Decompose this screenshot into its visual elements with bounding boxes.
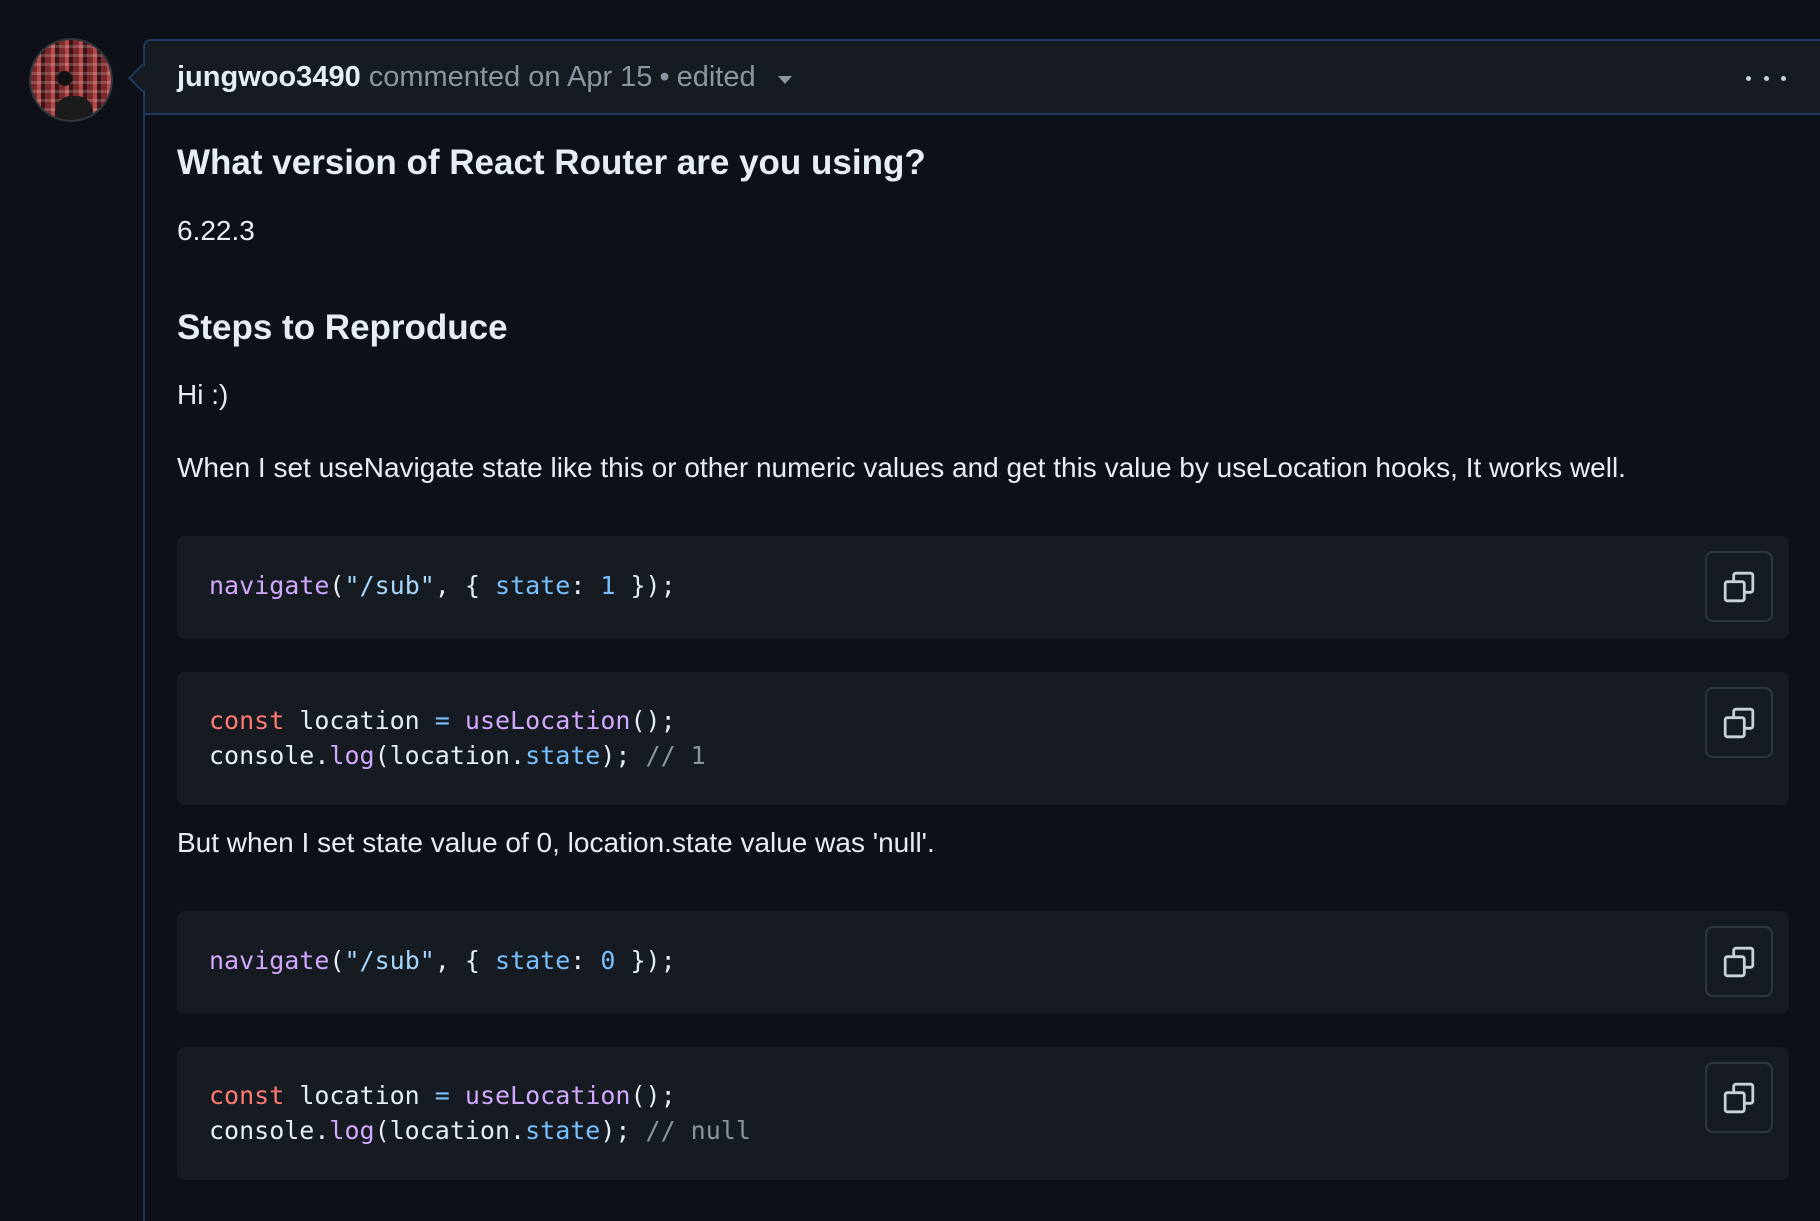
issue-page: jungwoo3490 commented on Apr 15 • edited… [0, 0, 1820, 1221]
code-text: navigate("/sub", { state: 1 }); [209, 571, 676, 600]
code-text: const location = useLocation(); console.… [209, 706, 706, 770]
comment-timestamp[interactable]: commented on Apr 15 [369, 61, 653, 94]
copy-icon [1723, 946, 1755, 977]
copy-button[interactable] [1705, 1062, 1773, 1133]
copy-icon [1723, 1082, 1755, 1113]
copy-button[interactable] [1705, 551, 1773, 622]
code-text: navigate("/sub", { state: 0 }); [209, 946, 676, 975]
comment-options-button[interactable] [1746, 65, 1786, 91]
triangle-down-icon [777, 75, 792, 84]
edited-label: edited [676, 60, 756, 93]
paragraph-works: When I set useNavigate state like this o… [177, 452, 1626, 483]
code-block: navigate("/sub", { state: 1 }); [177, 536, 1789, 639]
greeting-text: Hi :) [177, 379, 229, 410]
copy-icon [1723, 571, 1755, 602]
code-block: navigate("/sub", { state: 0 }); [177, 911, 1789, 1014]
code-block: const location = useLocation(); console.… [177, 672, 1789, 805]
comment-box: jungwoo3490 commented on Apr 15 • edited… [127, 39, 1820, 1221]
paragraph-null: But when I set state value of 0, locatio… [177, 827, 935, 858]
avatar[interactable] [29, 38, 113, 122]
edited-dropdown[interactable]: edited [677, 61, 792, 94]
kebab-horizontal-icon [1746, 75, 1751, 81]
heading-steps: Steps to Reproduce [177, 308, 508, 347]
version-text: 6.22.3 [177, 215, 255, 246]
separator-dot: • [659, 60, 670, 93]
author-link[interactable]: jungwoo3490 [177, 61, 361, 94]
heading-version: What version of React Router are you usi… [177, 143, 926, 182]
code-block: const location = useLocation(); console.… [177, 1047, 1789, 1180]
copy-button[interactable] [1705, 687, 1773, 758]
code-text: const location = useLocation(); console.… [209, 1081, 751, 1145]
comment-header: jungwoo3490 commented on Apr 15 • edited [145, 41, 1820, 115]
copy-icon [1723, 707, 1755, 738]
copy-button[interactable] [1705, 926, 1773, 997]
